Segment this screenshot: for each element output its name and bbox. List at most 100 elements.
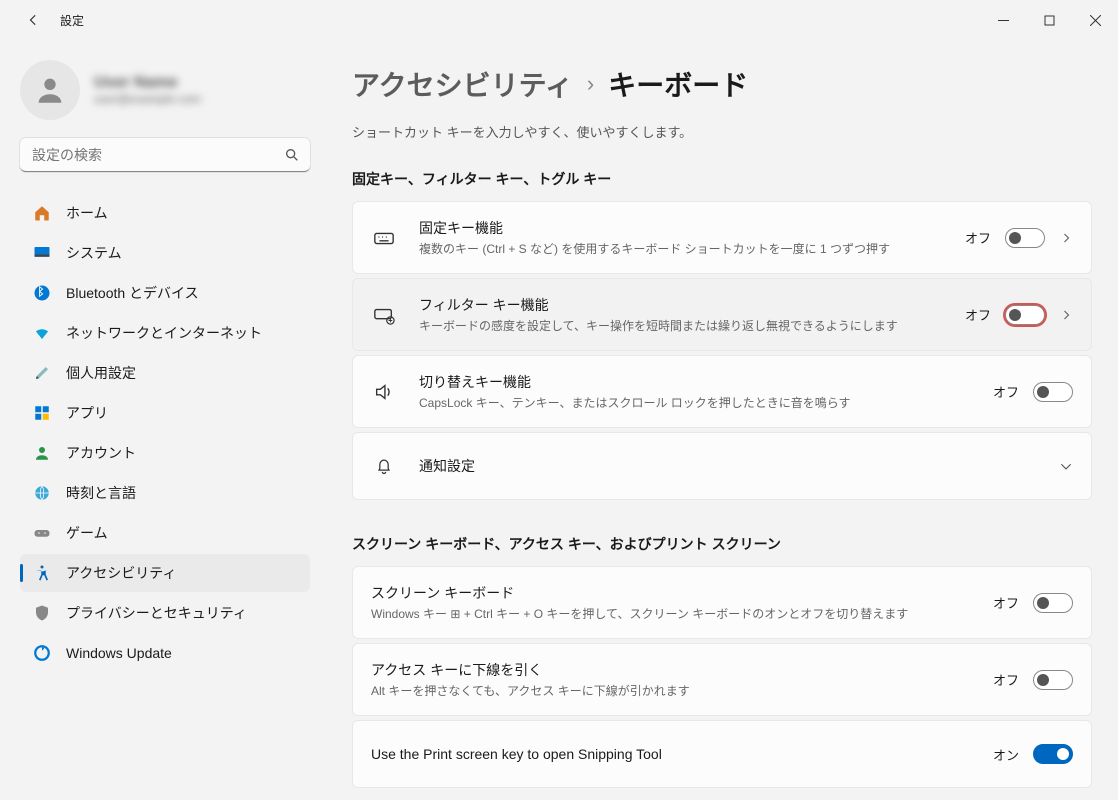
page-title: キーボード (608, 64, 748, 104)
section-title: スクリーン キーボード、アクセス キー、およびプリント スクリーン (352, 534, 1092, 554)
brush-icon (32, 363, 52, 383)
titlebar: 設定 (0, 0, 1118, 40)
page-subtitle: ショートカット キーを入力しやすく、使いやすくします。 (352, 122, 1092, 141)
sidebar-item-label: プライバシーとセキュリティ (66, 603, 247, 623)
sidebar-item-label: ゲーム (66, 523, 108, 543)
bluetooth-icon (32, 283, 52, 303)
card-notification-settings[interactable]: 通知設定 (352, 432, 1092, 500)
sidebar-item-label: ネットワークとインターネット (66, 323, 262, 343)
sidebar-item-windows-update[interactable]: Windows Update (20, 634, 310, 672)
filter-keys-toggle[interactable] (1005, 305, 1045, 325)
user-sub: user@example.com (94, 92, 201, 106)
sidebar-item-label: ホーム (66, 203, 108, 223)
apps-icon (32, 403, 52, 423)
breadcrumb-parent[interactable]: アクセシビリティ (352, 64, 573, 104)
arrow-left-icon (27, 13, 41, 27)
toggle-state: オフ (993, 382, 1019, 401)
sidebar-item-bluetooth[interactable]: Bluetooth とデバイス (20, 274, 310, 312)
shield-icon (32, 603, 52, 623)
globe-icon (32, 483, 52, 503)
accessibility-icon (32, 563, 52, 583)
sidebar-item-network[interactable]: ネットワークとインターネット (20, 314, 310, 352)
printscreen-snipping-toggle[interactable] (1033, 744, 1073, 764)
maximize-icon (1044, 15, 1055, 26)
wifi-icon (32, 323, 52, 343)
sticky-keys-toggle[interactable] (1005, 228, 1045, 248)
card-sticky-keys[interactable]: 固定キー機能 複数のキー (Ctrl + S など) を使用するキーボード ショ… (352, 201, 1092, 274)
back-button[interactable] (20, 6, 48, 34)
minimize-button[interactable] (980, 0, 1026, 40)
card-desc: CapsLock キー、テンキー、またはスクロール ロックを押したときに音を鳴ら… (419, 394, 981, 411)
sidebar-item-personalization[interactable]: 個人用設定 (20, 354, 310, 392)
card-printscreen-snipping[interactable]: Use the Print screen key to open Snippin… (352, 720, 1092, 788)
toggle-state: オフ (993, 593, 1019, 612)
sidebar-item-label: アカウント (66, 443, 136, 463)
sidebar-item-gaming[interactable]: ゲーム (20, 514, 310, 552)
search-wrap (20, 138, 310, 172)
minimize-icon (998, 15, 1009, 26)
chevron-right-icon (1059, 308, 1073, 322)
system-icon (32, 243, 52, 263)
sidebar-item-accessibility[interactable]: アクセシビリティ (20, 554, 310, 592)
card-onscreen-keyboard[interactable]: スクリーン キーボード Windows キー ⊞ + Ctrl キー + O キ… (352, 566, 1092, 639)
person-icon (33, 73, 67, 107)
home-icon (32, 203, 52, 223)
nav: ホーム システム Bluetooth とデバイス ネットワークとインターネット … (20, 194, 310, 672)
card-underline-access-keys[interactable]: アクセス キーに下線を引く Alt キーを押さなくても、アクセス キーに下線が引… (352, 643, 1092, 716)
card-title: アクセス キーに下線を引く (371, 660, 981, 680)
sidebar-item-label: システム (66, 243, 122, 263)
sidebar-item-label: アクセシビリティ (66, 563, 176, 583)
toggle-state: オフ (965, 228, 991, 247)
card-title: 固定キー機能 (419, 218, 953, 238)
keyboard-icon (371, 225, 397, 251)
card-desc: Windows キー ⊞ + Ctrl キー + O キーを押して、スクリーン … (371, 605, 981, 622)
search-input[interactable] (20, 138, 310, 172)
sidebar-item-label: 個人用設定 (66, 363, 136, 383)
sidebar-item-label: 時刻と言語 (66, 483, 136, 503)
toggle-state: オフ (965, 305, 991, 324)
card-title: 切り替えキー機能 (419, 372, 981, 392)
speaker-icon (371, 379, 397, 405)
section-title: 固定キー、フィルター キー、トグル キー (352, 169, 1092, 189)
update-icon (32, 643, 52, 663)
sidebar-item-label: Bluetooth とデバイス (66, 283, 199, 303)
toggle-state: オフ (993, 670, 1019, 689)
sidebar-item-home[interactable]: ホーム (20, 194, 310, 232)
gamepad-icon (32, 523, 52, 543)
user-block[interactable]: User Name user@example.com (20, 60, 310, 120)
sidebar-item-time-language[interactable]: 時刻と言語 (20, 474, 310, 512)
keyboard-gear-icon (371, 302, 397, 328)
close-button[interactable] (1072, 0, 1118, 40)
maximize-button[interactable] (1026, 0, 1072, 40)
chevron-down-icon (1059, 459, 1073, 473)
toggle-keys-toggle[interactable] (1033, 382, 1073, 402)
sidebar-item-label: Windows Update (66, 645, 172, 661)
card-desc: 複数のキー (Ctrl + S など) を使用するキーボード ショートカットを一… (419, 240, 953, 257)
sidebar-item-system[interactable]: システム (20, 234, 310, 272)
onscreen-keyboard-toggle[interactable] (1033, 593, 1073, 613)
person-icon (32, 443, 52, 463)
sidebar-item-label: アプリ (66, 403, 108, 423)
close-icon (1090, 15, 1101, 26)
underline-access-keys-toggle[interactable] (1033, 670, 1073, 690)
chevron-right-icon (1059, 231, 1073, 245)
card-title: フィルター キー機能 (419, 295, 953, 315)
card-desc: キーボードの感度を設定して、キー操作を短時間または繰り返し無視できるようにします (419, 317, 953, 334)
sidebar-item-privacy[interactable]: プライバシーとセキュリティ (20, 594, 310, 632)
sidebar: User Name user@example.com ホーム システム (0, 40, 326, 800)
card-filter-keys[interactable]: フィルター キー機能 キーボードの感度を設定して、キー操作を短時間または繰り返し… (352, 278, 1092, 351)
user-name: User Name (94, 74, 201, 92)
sidebar-item-apps[interactable]: アプリ (20, 394, 310, 432)
bell-icon (371, 453, 397, 479)
avatar (20, 60, 80, 120)
chevron-right-icon: › (587, 71, 594, 97)
card-title: 通知設定 (419, 456, 1047, 476)
search-icon (284, 147, 300, 163)
content-area[interactable]: アクセシビリティ › キーボード ショートカット キーを入力しやすく、使いやすく… (326, 40, 1118, 800)
toggle-state: オン (993, 745, 1019, 764)
card-desc: Alt キーを押さなくても、アクセス キーに下線が引かれます (371, 682, 981, 699)
sidebar-item-accounts[interactable]: アカウント (20, 434, 310, 472)
breadcrumb: アクセシビリティ › キーボード (352, 64, 1092, 104)
card-title: スクリーン キーボード (371, 583, 981, 603)
card-toggle-keys[interactable]: 切り替えキー機能 CapsLock キー、テンキー、またはスクロール ロックを押… (352, 355, 1092, 428)
